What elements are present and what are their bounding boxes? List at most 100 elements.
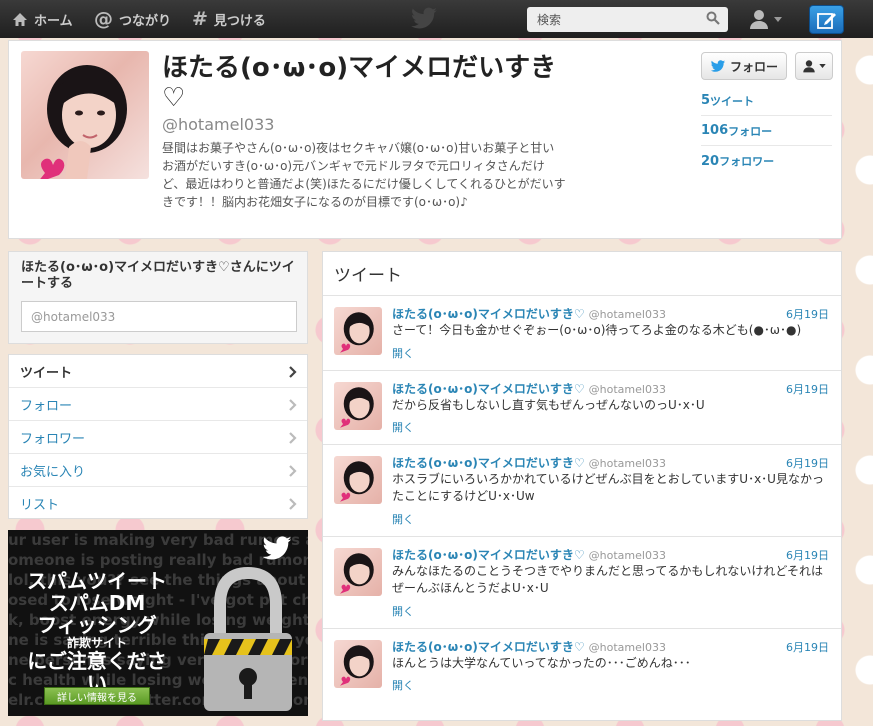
stat-following-label: フォロー [728,124,773,138]
profile-nav-label: ツイート [20,365,73,381]
nav-connect[interactable]: @ つながり [94,0,171,38]
tweet-to-title: ほたる(o･ω･o)マイメロだいすき♡さんにツイートする [21,260,295,291]
user-menu[interactable] [748,8,782,30]
user-icon [803,60,815,73]
profile-nav-following[interactable]: フォロー [9,388,307,421]
tweet-item[interactable]: ほたる(o･ω･o)マイメロだいすき♡ @hotamel033 6月19日 さーて… [323,296,841,371]
nav-discover[interactable]: # 見つける [192,0,266,38]
tweet-author[interactable]: ほたる(o･ω･o)マイメロだいすき♡ @hotamel033 [392,305,666,322]
tweet-date[interactable]: 6月19日 [786,639,829,655]
tweet-item[interactable]: ほたる(o･ω･o)マイメロだいすき♡ @hotamel033 6月19日 ほんと… [323,629,841,704]
spam-warning-text: スパムツイート スパムDM フィッシング 詐欺サイト にご注意ください [22,570,172,694]
profile-nav-label: リスト [20,498,60,513]
spam-line: スパムDM [48,591,146,615]
avatar-portrait [340,461,374,502]
compose-tweet-button[interactable] [809,5,844,34]
profile-nav-label: フォロワー [20,431,86,447]
tweet-item[interactable]: ほたる(o･ω･o)マイメロだいすき♡ @hotamel033 6月19日 みんな… [323,537,841,629]
tweet-text: さーて！今日も金かせぐぞぉー(o･ω･o)待ってろよ金のなる木ども(●･ω･●) [392,323,802,337]
profile-nav-followers[interactable]: フォロワー [9,421,307,454]
profile-stats: 5 ツイート 106 フォロー 20 フォロワー [701,86,832,176]
twitter-bird-icon [710,59,726,72]
follow-button[interactable]: フォロー [701,52,787,80]
tweet-text: みんなほたるのことうそつきでやりまんだと思ってるかもしれないけれどそれはぜーんぶ… [392,564,824,595]
profile-nav-lists[interactable]: リスト [9,487,307,520]
search-icon[interactable] [706,11,720,25]
timeline-header: ツイート [323,252,841,296]
tweet-author-name: ほたる(o･ω･o)マイメロだいすき♡ [392,307,585,321]
profile-nav-favorites[interactable]: お気に入り [9,454,307,487]
profile-card: ほたる(o･ω･o)マイメロだいすき♡ @hotamel033 昼間はお菓子やさ… [8,40,842,239]
hashtag-icon: # [192,8,208,30]
avatar-portrait [340,387,374,428]
tweet-date[interactable]: 6月19日 [786,306,829,322]
tweet-open-link[interactable]: 開く [392,603,414,619]
tweet-avatar[interactable] [334,456,382,504]
nav-connect-label: つながり [119,13,172,29]
avatar-portrait [340,645,374,686]
chevron-right-icon [289,366,297,378]
tweet-author-handle: @hotamel033 [588,641,666,654]
tweet-avatar[interactable] [334,640,382,688]
chevron-right-icon [289,432,297,444]
stat-followers[interactable]: 20 フォロワー [701,146,832,176]
stat-following-count: 106 [701,123,729,138]
spam-line: 詐欺サイト [66,636,127,650]
chevron-right-icon [289,465,297,477]
tweet-author-handle: @hotamel033 [588,383,666,396]
user-icon [750,10,768,29]
stat-followers-count: 20 [701,153,720,169]
search-placeholder: 検索 [537,13,562,27]
stat-following[interactable]: 106 フォロー [701,116,832,146]
stat-tweets-label: ツイート [710,94,755,108]
tweet-date[interactable]: 6月19日 [786,381,829,397]
tweet-avatar[interactable] [334,307,382,355]
tweet-author-name: ほたる(o･ω･o)マイメロだいすき♡ [392,548,585,562]
tweet-author-name: ほたる(o･ω･o)マイメロだいすき♡ [392,382,585,396]
tweet-author[interactable]: ほたる(o･ω･o)マイメロだいすき♡ @hotamel033 [392,380,666,397]
stat-tweets[interactable]: 5 ツイート [701,86,832,116]
tweet-author[interactable]: ほたる(o･ω･o)マイメロだいすき♡ @hotamel033 [392,638,666,655]
tweet-open-link[interactable]: 開く [392,511,414,527]
tweet-open-link[interactable]: 開く [392,419,414,435]
tweet-open-link[interactable]: 開く [392,677,414,693]
spam-warning-banner[interactable]: ur user is making very bad rumors abou o… [8,530,308,716]
tweet-avatar[interactable] [334,382,382,430]
spam-more-info-button[interactable]: 詳しい情報を見る [44,687,150,705]
tweet-to-box: ほたる(o･ω･o)マイメロだいすき♡さんにツイートする @hotamel033 [8,251,308,344]
tweet-timeline: ツイート ほたる(o･ω･o)マイメロだいすき♡ @hotamel033 6月19… [322,251,842,721]
profile-nav-tweets[interactable]: ツイート [9,355,307,388]
profile-nav-label: お気に入り [20,464,86,480]
tweet-date[interactable]: 6月19日 [786,547,829,563]
tweet-to-input-value: @hotamel033 [31,309,116,324]
avatar-portrait [340,312,374,353]
chevron-right-icon [289,498,297,510]
tweet-item[interactable]: ほたる(o･ω･o)マイメロだいすき♡ @hotamel033 6月19日 ホスラ… [323,445,841,537]
tweet-to-input[interactable]: @hotamel033 [21,301,297,332]
profile-nav: ツイート フォロー フォロワー お気に入り リスト [8,354,308,519]
twitter-bird-icon[interactable] [410,6,438,32]
tweet-item[interactable]: ほたる(o･ω･o)マイメロだいすき♡ @hotamel033 6月19日 だから… [323,371,841,445]
profile-bio: 昼間はお菓子やさん(o･ω･o)夜はセクキャバ嬢(o･ω･o)甘いお菓子と甘いお… [162,141,566,209]
tweet-author[interactable]: ほたる(o･ω･o)マイメロだいすき♡ @hotamel033 [392,546,666,563]
tweet-open-link[interactable]: 開く [392,345,414,361]
tweet-date[interactable]: 6月19日 [786,455,829,471]
tweet-author-name: ほたる(o･ω･o)マイメロだいすき♡ [392,456,585,470]
user-actions-button[interactable] [795,52,833,80]
profile-avatar[interactable] [21,51,149,179]
tweet-author-handle: @hotamel033 [588,549,666,562]
at-icon: @ [94,8,113,30]
follow-button-label: フォロー [729,59,778,74]
top-bar: ホーム @ つながり # 見つける 検索 [0,0,873,38]
padlock-icon [204,566,292,711]
spam-line: フィッシング [37,613,157,637]
tweet-author-name: ほたる(o･ω･o)マイメロだいすき♡ [392,640,585,654]
nav-home[interactable]: ホーム [12,0,73,38]
caret-down-icon [819,64,826,68]
tweet-avatar[interactable] [334,548,382,596]
profile-nav-label: フォロー [20,398,73,414]
caret-down-icon [774,16,782,22]
tweet-author[interactable]: ほたる(o･ω･o)マイメロだいすき♡ @hotamel033 [392,454,666,471]
avatar-portrait [340,553,374,594]
search-input[interactable]: 検索 [527,7,728,32]
